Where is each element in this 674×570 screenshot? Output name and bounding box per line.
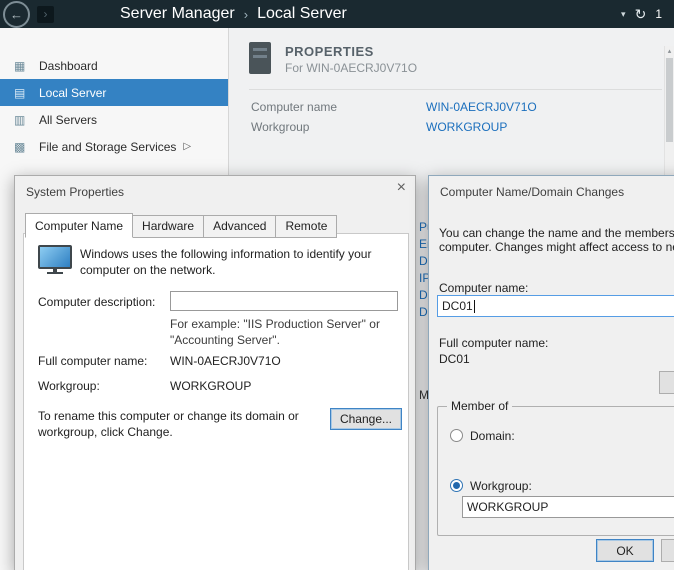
computer-name-link[interactable]: WIN-0AECRJ0V71O: [426, 100, 537, 114]
sidebar-item-label: File and Storage Services: [39, 140, 176, 154]
forward-arrow-icon: ›: [44, 8, 48, 20]
tab-strip: Computer Name Hardware Advanced Remote: [25, 213, 336, 238]
change-button[interactable]: Change...: [330, 408, 402, 430]
example-text: For example: "IIS Production Server" or …: [170, 316, 380, 348]
chevron-down-icon[interactable]: ▾: [621, 9, 626, 20]
refresh-icon[interactable]: ↻: [635, 6, 647, 23]
computer-name-input[interactable]: DC01: [437, 295, 674, 317]
computer-name-domain-changes-dialog: Computer Name/Domain Changes You can cha…: [428, 175, 674, 570]
tab-computer-name[interactable]: Computer Name: [25, 213, 133, 238]
properties-heading: PROPERTIES: [285, 44, 374, 59]
sidebar-item-dashboard[interactable]: ▦ Dashboard: [0, 52, 228, 79]
clipped-property-value: D: [419, 305, 428, 319]
intro-text-line1: You can change the name and the membersh…: [439, 226, 674, 240]
computer-name-tab-page: Windows uses the following information t…: [23, 233, 409, 570]
full-computer-name-label: Full computer name:: [38, 354, 147, 368]
computer-name-label: Computer name: [251, 100, 337, 114]
system-properties-dialog: System Properties × Computer Name Hardwa…: [14, 175, 416, 570]
workgroup-input[interactable]: WORKGROUP: [462, 496, 674, 518]
member-of-label: Member of: [447, 399, 512, 413]
back-arrow-icon: ←: [10, 8, 23, 21]
back-button[interactable]: ←: [3, 1, 30, 28]
domain-radio-label: Domain:: [470, 429, 515, 443]
more-button-clipped[interactable]: [659, 371, 674, 394]
dialog-title: System Properties: [26, 185, 124, 199]
intro-text-line2: computer. Changes might affect access to…: [439, 240, 674, 254]
sidebar-item-file-storage-services[interactable]: ▩ File and Storage Services ▷: [0, 133, 228, 160]
dashboard-icon: ▦: [14, 59, 32, 73]
tab-hardware[interactable]: Hardware: [132, 215, 204, 238]
workgroup-link[interactable]: WORKGROUP: [426, 120, 507, 134]
computer-monitor-icon: [38, 245, 72, 275]
computer-description-input[interactable]: [170, 291, 398, 311]
local-server-icon: ▤: [14, 86, 32, 100]
workgroup-label: Workgroup: [251, 120, 309, 134]
page-title: Local Server: [257, 5, 347, 23]
close-icon[interactable]: ×: [397, 180, 406, 196]
ok-button[interactable]: OK: [596, 539, 654, 562]
clipped-property-value: D: [419, 288, 428, 302]
workgroup-radio[interactable]: [450, 479, 463, 492]
sidebar-item-all-servers[interactable]: ▥ All Servers: [0, 106, 228, 133]
computer-name-label: Computer name:: [439, 281, 528, 295]
clipped-property-value: D: [419, 254, 428, 268]
computer-name-value: DC01: [442, 299, 473, 313]
sidebar-item-local-server[interactable]: ▤ Local Server: [0, 79, 228, 106]
app-title: Server Manager: [120, 5, 235, 23]
member-of-groupbox: Member of Domain: Workgroup: WORKGROUP: [437, 406, 674, 536]
breadcrumb-chevron-icon: ›: [244, 7, 248, 22]
file-storage-icon: ▩: [14, 140, 32, 154]
workgroup-label: Workgroup:: [38, 379, 100, 393]
full-computer-name-value: DC01: [439, 352, 470, 366]
properties-subheading: For WIN-0AECRJ0V71O: [285, 61, 417, 75]
sidebar-item-label: Local Server: [39, 86, 106, 100]
full-computer-name-label: Full computer name:: [439, 336, 548, 350]
server-manager-window: ← › Server Manager › Local Server ▾ ↻ 1 …: [0, 0, 674, 570]
server-icon: [249, 42, 271, 74]
all-servers-icon: ▥: [14, 113, 32, 127]
tab-advanced[interactable]: Advanced: [203, 215, 276, 238]
text-caret: [474, 300, 475, 313]
intro-text: Windows uses the following information t…: [80, 247, 402, 278]
full-computer-name-value: WIN-0AECRJ0V71O: [170, 354, 281, 368]
expand-chevron-icon[interactable]: ▷: [183, 141, 191, 152]
computer-description-label: Computer description:: [38, 295, 155, 309]
tab-remote[interactable]: Remote: [275, 215, 337, 238]
workgroup-radio-label: Workgroup:: [470, 479, 532, 493]
titlebar-controls: ▾ ↻ 1: [621, 0, 662, 28]
breadcrumb: Server Manager › Local Server: [120, 5, 347, 23]
domain-radio[interactable]: [450, 429, 463, 442]
scroll-up-icon[interactable]: ▴: [665, 47, 674, 55]
notification-count[interactable]: 1: [655, 7, 662, 21]
sidebar-item-label: All Servers: [39, 113, 97, 127]
dialog-title: Computer Name/Domain Changes: [440, 185, 624, 199]
forward-button[interactable]: ›: [37, 6, 54, 23]
cancel-button-clipped[interactable]: [661, 539, 674, 562]
divider: [249, 89, 662, 90]
title-bar: ← › Server Manager › Local Server ▾ ↻ 1: [0, 0, 674, 28]
workgroup-value: WORKGROUP: [170, 379, 251, 393]
rename-instruction-text: To rename this computer or change its do…: [38, 408, 314, 440]
sidebar-item-label: Dashboard: [39, 59, 98, 73]
workgroup-input-value: WORKGROUP: [467, 500, 548, 514]
scrollbar-thumb[interactable]: [666, 58, 673, 142]
